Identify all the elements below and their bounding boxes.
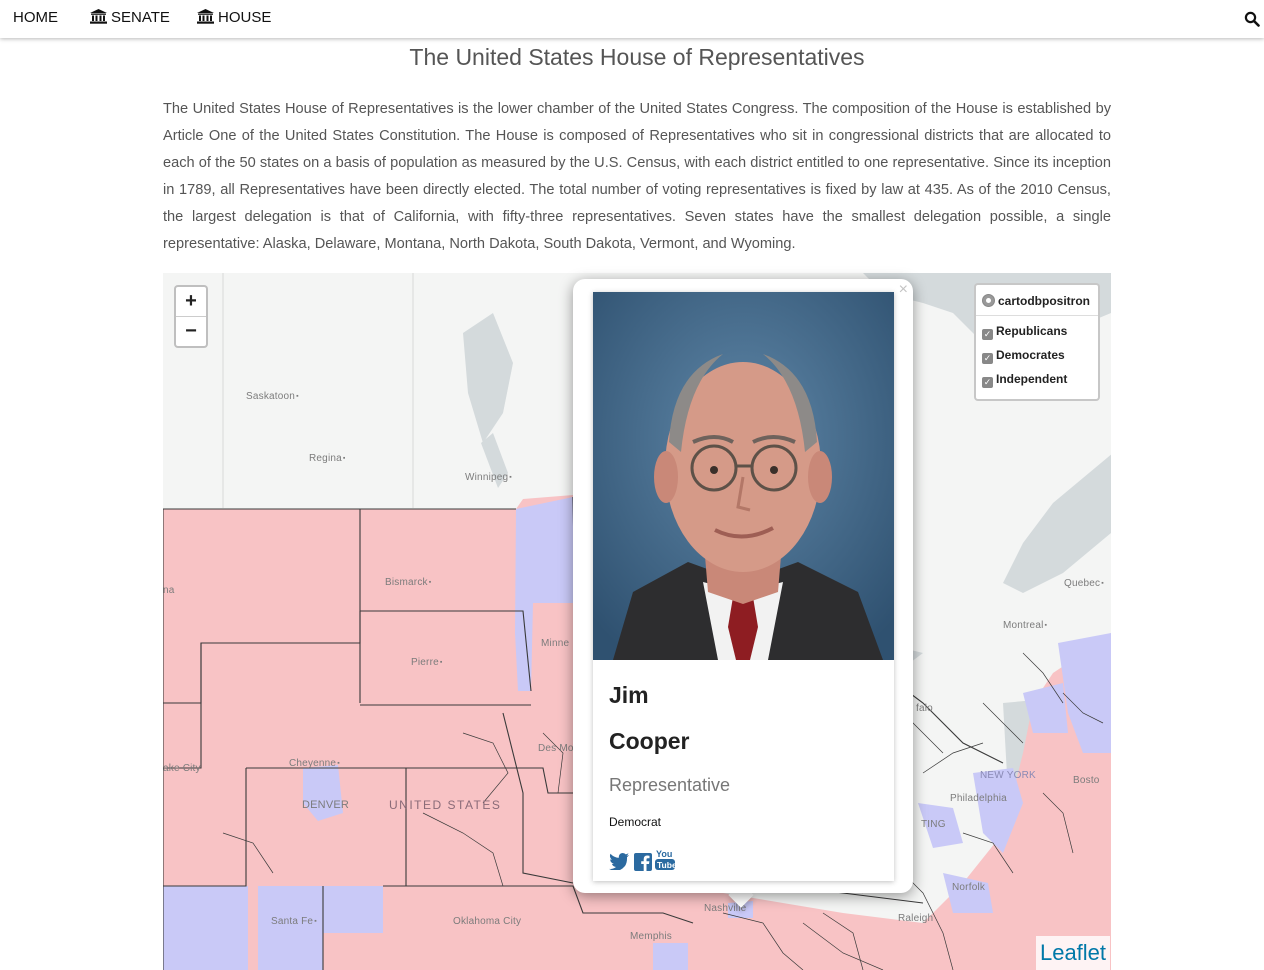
city-label: NEW YORK xyxy=(980,770,1036,781)
intro-paragraph: The United States House of Representativ… xyxy=(163,101,1111,252)
city-label: Saskatoon xyxy=(246,391,299,402)
city-label: na xyxy=(163,585,175,596)
city-label: TING xyxy=(921,819,946,830)
city-label: ake City xyxy=(163,763,201,774)
representative-first-name: Jim xyxy=(609,682,649,708)
city-label: falo xyxy=(916,703,933,714)
checkbox-icon[interactable]: ✓ xyxy=(982,353,993,364)
layer-control: cartodbpositron ✓ Republicans ✓ Democrates… xyxy=(974,283,1100,401)
checkbox-icon[interactable]: ✓ xyxy=(982,377,993,388)
city-label: Winnipeg xyxy=(465,472,512,483)
city-label: Santa Fe xyxy=(271,916,317,927)
nav-senate[interactable]: SENATE xyxy=(90,0,170,38)
facebook-icon[interactable] xyxy=(634,853,652,876)
checkbox-icon[interactable]: ✓ xyxy=(982,329,993,340)
nav-home[interactable]: HOME xyxy=(13,0,58,38)
city-label: Regina xyxy=(309,453,346,464)
base-layer-option[interactable]: cartodbpositron xyxy=(982,292,1090,310)
base-layer-label: cartodbpositron xyxy=(998,294,1090,308)
city-label: Bosto xyxy=(1073,775,1100,786)
overlay-democrates[interactable]: ✓ Democrates xyxy=(982,346,1065,364)
city-label: Montreal xyxy=(1003,620,1047,631)
close-icon[interactable]: × xyxy=(899,281,908,299)
overlay-label: Independent xyxy=(996,372,1068,386)
city-label: Pierre xyxy=(411,657,443,668)
city-label: DENVER xyxy=(302,799,350,811)
svg-text:Tube: Tube xyxy=(657,860,675,870)
representative-photo xyxy=(593,292,894,660)
city-label: Philadelphia xyxy=(950,793,1007,804)
leaflet-attribution[interactable]: Leaflet xyxy=(1036,936,1110,970)
radio-icon[interactable] xyxy=(982,294,995,307)
city-label: Des Mo xyxy=(538,743,574,754)
layer-divider xyxy=(976,315,1098,316)
city-label: Minne xyxy=(541,638,570,649)
representative-party: Democrat xyxy=(609,815,662,829)
city-label: Raleigh xyxy=(898,913,934,924)
representative-popup: × Jim Cooper Representative Democrat You… xyxy=(573,279,913,893)
representative-role: Representative xyxy=(609,775,731,795)
city-label: Cheyenne xyxy=(289,758,340,769)
city-label: Memphis xyxy=(630,931,672,942)
country-label: UNITED STATES xyxy=(389,798,502,812)
city-label: Norfolk xyxy=(952,882,986,893)
representative-card: Jim Cooper Representative Democrat You Tu… xyxy=(593,292,894,881)
city-label: Oklahoma City xyxy=(453,916,522,927)
youtube-icon[interactable]: You Tube xyxy=(655,849,677,876)
overlay-label: Democrates xyxy=(996,348,1065,362)
bank-icon xyxy=(90,9,107,24)
page-title: The United States House of Representativ… xyxy=(409,44,865,70)
zoom-out-button[interactable]: − xyxy=(176,317,206,346)
nav-senate-label: SENATE xyxy=(111,9,170,26)
city-label: Quebec xyxy=(1064,578,1104,589)
overlay-republicans[interactable]: ✓ Republicans xyxy=(982,322,1067,340)
bank-icon xyxy=(197,9,214,24)
overlay-label: Republicans xyxy=(996,324,1068,338)
representative-last-name: Cooper xyxy=(609,728,690,754)
search-icon[interactable] xyxy=(1244,11,1260,27)
nav-house-label: HOUSE xyxy=(218,9,272,26)
zoom-in-button[interactable]: + xyxy=(176,287,206,317)
overlay-independent[interactable]: ✓ Independent xyxy=(982,370,1067,388)
city-label: Bismarck xyxy=(385,577,431,588)
twitter-icon[interactable] xyxy=(609,853,629,875)
nav-house[interactable]: HOUSE xyxy=(197,0,271,38)
top-navbar: HOME SENATE HOUSE xyxy=(0,0,1264,38)
svg-text:You: You xyxy=(656,849,672,859)
zoom-control: + − xyxy=(174,285,208,348)
